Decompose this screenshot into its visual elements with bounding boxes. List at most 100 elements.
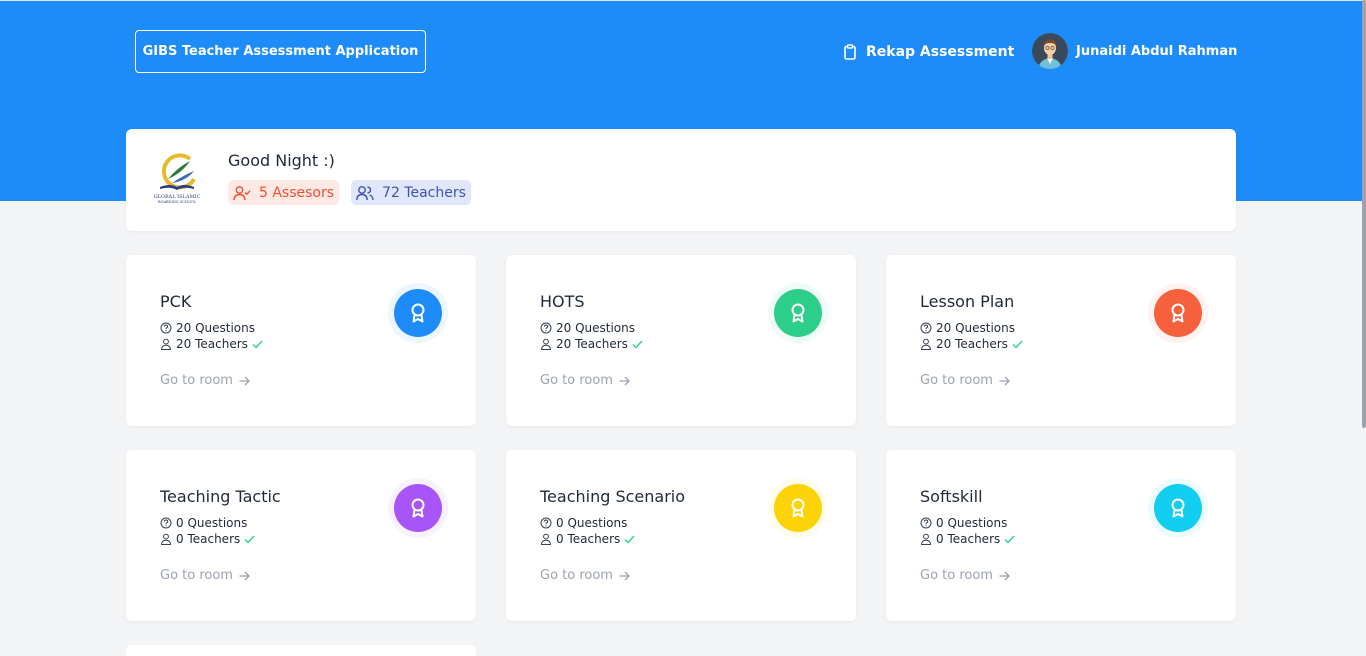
assessment-card-partial [126,645,476,656]
user-icon [160,338,172,350]
avatar [1032,33,1068,69]
questions-count: 0 Questions [556,516,628,530]
check-icon [632,340,643,348]
questions-count: 20 Questions [176,321,256,335]
arrow-right-icon [999,571,1010,580]
arrow-right-icon [619,571,630,580]
user-menu[interactable]: Junaidi Abdul Rahman [1032,33,1237,69]
users-icon [356,185,374,200]
card-questions: 20 Questions [160,321,255,335]
assessment-card-softskill: Softskill 0 Questions 0 Teachers Go to room [886,450,1236,621]
assessors-count: 5 Assesors [259,184,335,201]
arrow-right-icon [239,376,250,385]
award-icon [791,303,805,323]
card-questions: 20 Questions [920,321,1015,335]
card-title: HOTS [540,292,585,311]
check-icon [1004,535,1015,543]
questions-count: 20 Questions [556,321,636,335]
question-circle-icon [540,322,552,334]
card-teachers: 0 Teachers [540,532,639,546]
check-icon [1012,340,1023,348]
card-title: Softskill [920,487,983,506]
card-questions: 20 Questions [540,321,635,335]
user-name: Junaidi Abdul Rahman [1076,43,1238,59]
go-to-room-link[interactable]: Go to room [920,568,1010,583]
greeting-card: GLOBAL ISLAMIC BOARDING SCHOOL Good Nigh… [126,129,1236,231]
arrow-right-icon [619,376,630,385]
greeting-title: Good Night :) [228,151,335,170]
card-title: Lesson Plan [920,292,1015,311]
award-icon [791,498,805,518]
questions-count: 0 Questions [176,516,248,530]
teachers-count: 0 Teachers [176,532,241,546]
teachers-badge: 72 Teachers [351,180,471,205]
arrow-right-icon [999,376,1010,385]
go-to-room-label: Go to room [160,373,233,388]
card-icon-circle [774,484,822,532]
check-icon [624,535,635,543]
user-icon [540,533,552,545]
check-icon [244,535,255,543]
assessment-card-pck: PCK 20 Questions 20 Teachers Go to room [126,255,476,426]
question-circle-icon [160,517,172,529]
assessment-card-hots: HOTS 20 Questions 20 Teachers Go to room [506,255,856,426]
card-questions: 0 Questions [160,516,247,530]
card-teachers: 20 Teachers [540,337,647,351]
user-check-icon [233,185,251,200]
go-to-room-label: Go to room [920,568,993,583]
award-icon [411,498,425,518]
user-icon [160,533,172,545]
app-title-button[interactable]: GIBS Teacher Assessment Application [135,30,426,73]
go-to-room-link[interactable]: Go to room [160,568,250,583]
card-icon-circle [1154,484,1202,532]
user-icon [920,338,932,350]
questions-count: 20 Questions [936,321,1016,335]
card-icon-circle [394,484,442,532]
teachers-count: 0 Teachers [556,532,621,546]
go-to-room-link[interactable]: Go to room [160,373,250,388]
card-questions: 0 Questions [920,516,1007,530]
card-teachers: 0 Teachers [920,532,1019,546]
school-logo: GLOBAL ISLAMIC BOARDING SCHOOL [150,149,204,207]
check-icon [252,340,263,348]
go-to-room-link[interactable]: Go to room [540,373,630,388]
card-questions: 0 Questions [540,516,627,530]
go-to-room-label: Go to room [920,373,993,388]
go-to-room-link[interactable]: Go to room [540,568,630,583]
teachers-count: 20 Teachers [556,337,628,351]
award-icon [1171,498,1185,518]
questions-count: 0 Questions [936,516,1008,530]
teachers-count: 0 Teachers [936,532,1001,546]
clipboard-icon [844,44,856,60]
svg-text:BOARDING SCHOOL: BOARDING SCHOOL [158,200,197,204]
assessment-card-teaching-scenario: Teaching Scenario 0 Questions 0 Teachers Go… [506,450,856,621]
question-circle-icon [160,322,172,334]
arrow-right-icon [239,571,250,580]
question-circle-icon [920,517,932,529]
award-icon [1171,303,1185,323]
card-icon-circle [394,289,442,337]
assessment-card-teaching-tactic: Teaching Tactic 0 Questions 0 Teachers Go t… [126,450,476,621]
go-to-room-label: Go to room [540,373,613,388]
card-teachers: 0 Teachers [160,532,259,546]
teachers-count: 72 Teachers [382,184,466,201]
rekap-assessment-link[interactable]: Rekap Assessment [843,41,1014,63]
card-icon-circle [1154,289,1202,337]
scrollbar[interactable] [1362,0,1366,428]
card-teachers: 20 Teachers [160,337,267,351]
teachers-count: 20 Teachers [936,337,1008,351]
question-circle-icon [920,322,932,334]
card-title: Teaching Tactic [160,487,281,506]
rekap-assessment-label: Rekap Assessment [866,44,1015,60]
go-to-room-link[interactable]: Go to room [920,373,1010,388]
assessors-badge: 5 Assesors [228,180,340,205]
question-circle-icon [540,517,552,529]
teachers-count: 20 Teachers [176,337,248,351]
card-teachers: 20 Teachers [920,337,1027,351]
go-to-room-label: Go to room [160,568,233,583]
go-to-room-label: Go to room [540,568,613,583]
card-title: PCK [160,292,192,311]
card-title: Teaching Scenario [540,487,686,506]
award-icon [411,303,425,323]
card-icon-circle [774,289,822,337]
